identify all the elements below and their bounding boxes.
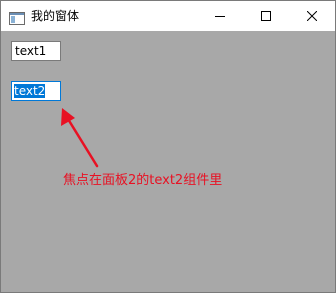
close-icon xyxy=(307,11,317,21)
client-area: text1 text2 焦点在面板2的text2组件里 xyxy=(1,31,335,292)
maximize-button[interactable] xyxy=(243,1,289,31)
annotation-label: 焦点在面板2的text2组件里 xyxy=(63,173,223,188)
maximize-icon xyxy=(261,11,271,21)
panel1-text-value: text1 xyxy=(15,44,47,58)
annotation-arrow xyxy=(61,108,99,168)
minimize-button[interactable] xyxy=(197,1,243,31)
title-bar[interactable]: 我的窗体 xyxy=(1,1,335,31)
panel1-text-input[interactable]: text1 xyxy=(11,41,61,61)
app-window-icon xyxy=(9,10,25,25)
app-window: 我的窗体 text1 text2 焦点在面板2的text2组件里 xyxy=(0,0,336,293)
minimize-icon xyxy=(215,16,225,17)
panel2-text-value: text2 xyxy=(14,84,46,98)
close-button[interactable] xyxy=(289,1,335,31)
panel2-text-input[interactable]: text2 xyxy=(11,81,61,101)
window-title: 我的窗体 xyxy=(31,9,80,23)
